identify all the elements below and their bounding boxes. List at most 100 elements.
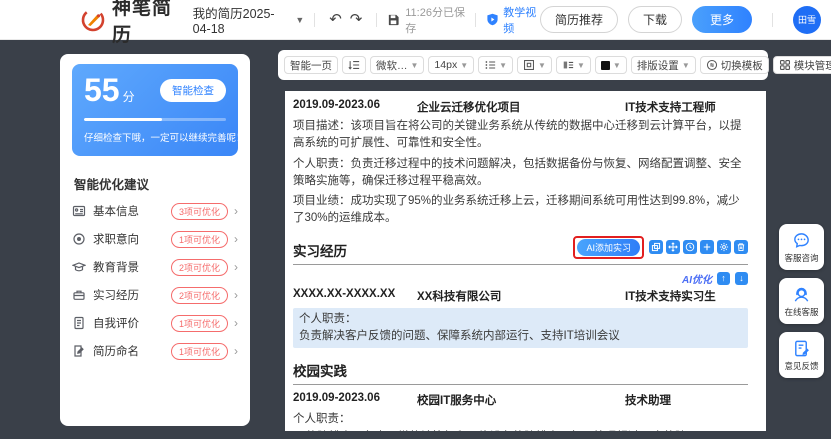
rename-pen-icon: [72, 344, 86, 358]
chevron-down-icon: ▼: [295, 14, 305, 25]
editor-toolbar: 智能一页 微软… ▼ 14px ▼ ▼ ▼ ▼ ▼ 排版设置 ▼ 切换模板 模块管理: [278, 50, 831, 80]
paragraph-spacing-select[interactable]: ▼: [555, 56, 591, 74]
font-family-value: 微软…: [376, 59, 408, 72]
sidebar-item-label: 教育背景: [93, 262, 139, 274]
score-sidebar: 55 分 智能检查 仔细检查下哦，一定可以继续完善呢！ 智能优化建议 基本信息 3…: [60, 54, 250, 426]
layout-settings-button[interactable]: 排版设置 ▼: [630, 56, 696, 74]
user-avatar[interactable]: 田雪: [793, 5, 821, 34]
project-name: 企业云迁移优化项目: [417, 102, 521, 114]
optimize-count-badge: 1项可优化: [170, 230, 228, 248]
score-progress-bar: [84, 118, 226, 121]
project-header-row: 2019.09-2023.06 企业云迁移优化项目 IT技术支持工程师: [293, 99, 748, 115]
internship-company: XX科技有限公司: [417, 290, 502, 303]
divider: [475, 12, 477, 27]
shield-play-icon: [486, 13, 499, 26]
optimize-count-badge: 2项可优化: [170, 286, 228, 304]
customer-consult-button[interactable]: 客服咨询: [779, 224, 824, 270]
font-family-select[interactable]: 微软… ▼: [370, 56, 425, 74]
chevron-right-icon: ›: [234, 288, 238, 302]
ai-add-internship-button[interactable]: AI添加实习: [577, 238, 640, 256]
score-tip-text: 仔细检查下哦，一定可以继续完善呢！: [84, 133, 246, 144]
move-icon[interactable]: [666, 240, 680, 254]
list-style-select[interactable]: ▼: [478, 56, 514, 74]
online-service-button[interactable]: 在线客服: [779, 278, 824, 324]
move-up-icon[interactable]: ↑: [717, 271, 730, 285]
switch-template-button[interactable]: 切换模板: [699, 56, 769, 74]
duty-content: 负责解决客户反馈的问题、保障系统内部运行、支持IT培训会议: [299, 329, 620, 342]
chevron-right-icon: ›: [234, 344, 238, 358]
resume-page: 2019.09-2023.06 企业云迁移优化项目 IT技术支持工程师 项目描述…: [285, 91, 766, 431]
smart-one-page-button[interactable]: 智能一页: [284, 56, 338, 74]
chevron-down-icon: ▼: [612, 60, 621, 70]
float-button-label: 客服咨询: [784, 252, 819, 263]
chevron-right-icon: ›: [234, 260, 238, 274]
sidebar-item-education[interactable]: 教育背景 2项可优化 ›: [72, 253, 238, 281]
internship-header-row: XXXX.XX-XXXX.XX XX科技有限公司 IT技术支持实习生: [293, 288, 748, 304]
copy-icon[interactable]: [649, 240, 663, 254]
campus-date: 2019.09-2023.06: [293, 392, 380, 404]
font-size-select[interactable]: 14px ▼: [428, 56, 475, 74]
divider: [376, 12, 378, 27]
chevron-down-icon: ▼: [410, 60, 419, 70]
tutorial-video-link[interactable]: 教学视频: [486, 4, 540, 36]
service-agent-icon: [792, 285, 811, 304]
briefcase-icon: [72, 288, 86, 302]
undo-button[interactable]: ↶: [325, 12, 346, 27]
sidebar-item-label: 实习经历: [93, 290, 139, 302]
graduation-cap-icon: [72, 260, 86, 274]
move-down-icon[interactable]: ↓: [735, 271, 748, 285]
project-date: 2019.09-2023.06: [293, 99, 380, 111]
sidebar-item-job-intention[interactable]: 求职意向 1项可优化 ›: [72, 225, 238, 253]
color-swatch: [600, 60, 610, 70]
module-manage-button[interactable]: 模块管理: [772, 56, 831, 74]
ai-optimize-button[interactable]: AI优化: [682, 271, 712, 286]
optimize-count-badge: 2项可优化: [170, 258, 228, 276]
sidebar-item-basic-info[interactable]: 基本信息 3项可优化 ›: [72, 197, 238, 225]
delete-trash-icon[interactable]: [734, 240, 748, 254]
color-picker[interactable]: ▼: [594, 56, 627, 74]
chevron-down-icon: ▼: [576, 60, 585, 70]
optimize-count-badge: 1项可优化: [170, 314, 228, 332]
history-clock-icon[interactable]: [683, 240, 697, 254]
add-icon[interactable]: [700, 240, 714, 254]
suggestions-title: 智能优化建议: [74, 178, 150, 192]
idcard-icon: [72, 204, 86, 218]
document-title[interactable]: 我的简历2025-04-18 ▼: [193, 3, 305, 36]
settings-gear-icon[interactable]: [717, 240, 731, 254]
smart-check-button[interactable]: 智能检查: [160, 78, 226, 102]
project-role: IT技术支持工程师: [625, 102, 716, 114]
entry-toolbar: AI优化 ↑ ↓: [293, 271, 748, 286]
sidebar-item-internship[interactable]: 实习经历 2项可优化 ›: [72, 281, 238, 309]
feedback-button[interactable]: 意见反馈: [779, 332, 824, 378]
duty-title: 个人职责：: [299, 312, 357, 325]
more-button[interactable]: 更多: [691, 6, 752, 33]
divider: [772, 12, 773, 27]
internship-duty-highlight[interactable]: 个人职责： 负责解决客户反馈的问题、保障系统内部运行、支持IT培训会议: [293, 307, 748, 348]
project-description: 项目描述：该项目旨在将公司的关键业务系统从传统的数据中心迁移到云计算平台，以提高…: [293, 120, 742, 150]
save-status: 11:26分已保存: [387, 4, 465, 36]
sidebar-item-label: 自我评价: [93, 318, 139, 330]
resume-recommend-button[interactable]: 简历推荐: [539, 6, 618, 33]
campus-duty-item: 1. 故障排查：负责日常的计算机和网络设备故障排查，每月处理超过50次故障。: [293, 429, 748, 432]
sidebar-item-resume-naming[interactable]: 简历命名 1项可优化 ›: [72, 337, 238, 365]
download-button[interactable]: 下载: [627, 6, 682, 33]
float-button-label: 在线客服: [784, 306, 819, 317]
section-toolbar: AI添加实习: [573, 235, 748, 259]
chevron-right-icon: ›: [234, 204, 238, 218]
campus-section-title: 校园实践: [293, 364, 347, 379]
chat-headset-icon: [792, 231, 811, 250]
chevron-down-icon: ▼: [681, 60, 690, 70]
sidebar-item-self-evaluation[interactable]: 自我评价 1项可优化 ›: [72, 309, 238, 337]
tutorial-video-label: 教学视频: [503, 6, 537, 35]
line-spacing-button[interactable]: [342, 56, 366, 74]
internship-date: XXXX.XX-XXXX.XX: [293, 287, 396, 300]
page-margin-select[interactable]: ▼: [517, 56, 552, 74]
redo-button[interactable]: ↷: [346, 12, 367, 27]
chevron-down-icon: ▼: [460, 60, 469, 70]
document-icon: [72, 316, 86, 330]
score-card: 55 分 智能检查 仔细检查下哦，一定可以继续完善呢！: [72, 64, 246, 156]
optimize-count-badge: 3项可优化: [170, 202, 228, 220]
internship-section-title: 实习经历: [293, 243, 347, 259]
campus-section-header: 校园实践: [293, 360, 748, 385]
save-status-text: 11:26分已保存: [405, 6, 465, 35]
